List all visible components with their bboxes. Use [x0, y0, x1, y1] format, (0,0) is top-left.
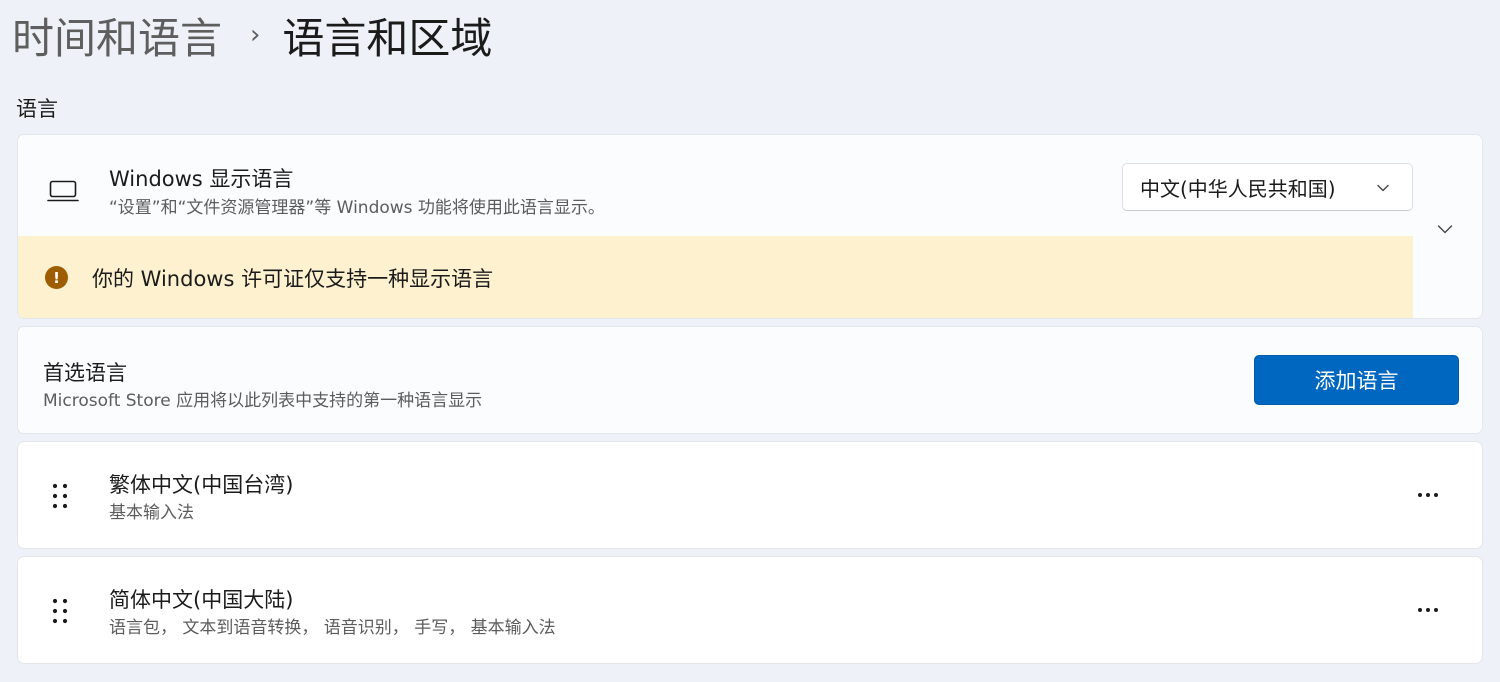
display-language-dropdown[interactable]: 中文(中华人民共和国): [1122, 163, 1413, 211]
dropdown-selected-value: 中文(中华人民共和国): [1140, 176, 1336, 201]
display-language-card: Windows 显示语言 “设置”和“文件资源管理器”等 Windows 功能将…: [17, 134, 1483, 319]
expand-chevron-icon[interactable]: [1436, 220, 1454, 238]
display-language-description: “设置”和“文件资源管理器”等 Windows 功能将使用此语言显示。: [109, 198, 605, 218]
language-name: 繁体中文(中国台湾): [109, 473, 294, 497]
section-label-language: 语言: [16, 97, 58, 121]
license-warning-banner: ! 你的 Windows 许可证仅支持一种显示语言: [18, 236, 1413, 318]
breadcrumb: 时间和语言 › 语言和区域: [12, 6, 492, 64]
add-language-button[interactable]: 添加语言: [1254, 355, 1459, 405]
drag-handle-icon[interactable]: [52, 482, 68, 510]
preferred-languages-card: 首选语言 Microsoft Store 应用将以此列表中支持的第一种语言显示 …: [17, 326, 1483, 434]
display-language-title: Windows 显示语言: [109, 167, 294, 191]
warning-icon: !: [45, 266, 68, 289]
breadcrumb-separator-icon: ›: [250, 20, 261, 50]
language-item[interactable]: 繁体中文(中国台湾) 基本输入法: [17, 441, 1483, 549]
page-title: 语言和区域: [282, 13, 493, 63]
monitor-icon: [47, 179, 79, 203]
license-warning-text: 你的 Windows 许可证仅支持一种显示语言: [92, 266, 494, 291]
more-options-icon[interactable]: [1411, 595, 1445, 625]
language-features: 语言包， 文本到语音转换， 语音识别， 手写， 基本输入法: [109, 618, 556, 638]
breadcrumb-parent-link[interactable]: 时间和语言: [12, 5, 222, 66]
language-features: 基本输入法: [109, 503, 194, 523]
preferred-languages-title: 首选语言: [43, 361, 127, 385]
chevron-down-icon: [1376, 180, 1390, 194]
more-options-icon[interactable]: [1411, 480, 1445, 510]
drag-handle-icon[interactable]: [52, 597, 68, 625]
language-item[interactable]: 简体中文(中国大陆) 语言包， 文本到语音转换， 语音识别， 手写， 基本输入法: [17, 556, 1483, 664]
language-name: 简体中文(中国大陆): [109, 588, 294, 612]
preferred-languages-description: Microsoft Store 应用将以此列表中支持的第一种语言显示: [43, 391, 483, 411]
